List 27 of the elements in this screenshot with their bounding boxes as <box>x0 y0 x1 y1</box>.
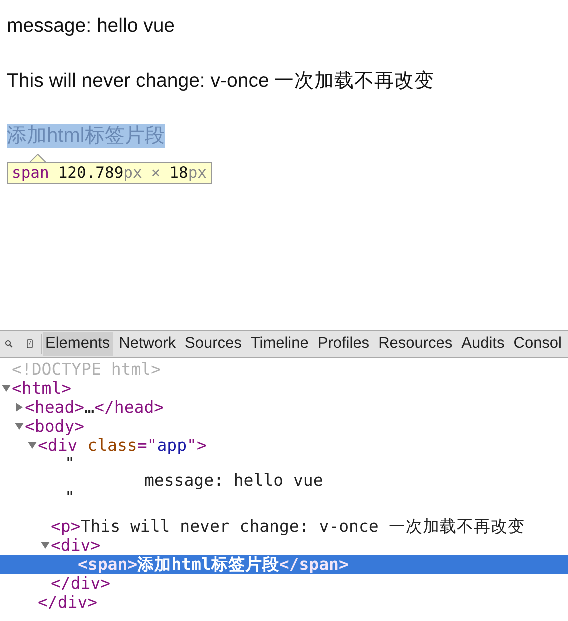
once-text: This will never change: v-once 一次加载不再改变 <box>7 69 436 93</box>
closing-tag: </div> <box>38 593 98 612</box>
closing-tag: </div> <box>51 574 111 593</box>
dom-node[interactable]: <body> <box>25 417 85 436</box>
dom-node[interactable]: <div> <box>51 536 101 555</box>
devtools-tab[interactable]: Audits <box>458 332 508 356</box>
dom-node[interactable]: <div class="app"> <box>38 436 207 455</box>
collapsed-triangle-icon[interactable] <box>14 403 24 412</box>
expanded-triangle-icon[interactable] <box>2 384 10 393</box>
devtools-tab[interactable]: Sources <box>182 332 245 356</box>
devtools-tab[interactable]: Profiles <box>314 332 373 356</box>
dom-node[interactable]: <p>This will never change: v-once 一次加载不再改变 <box>51 517 525 536</box>
devtools-tab[interactable]: Network <box>116 332 179 356</box>
expanded-triangle-icon[interactable] <box>28 441 36 450</box>
selected-row[interactable]: <span>添加html标签片段</span> <box>0 555 568 574</box>
dom-node[interactable]: <head>…</head> <box>25 398 164 417</box>
devtools-tab[interactable]: Timeline <box>248 332 312 356</box>
devtools-tab[interactable]: Consol <box>510 332 565 356</box>
devtools-tab[interactable]: Elements <box>42 332 114 356</box>
expanded-triangle-icon[interactable] <box>14 422 24 431</box>
dom-node[interactable]: <html> <box>12 379 72 398</box>
devtools-tab[interactable]: Resources <box>376 332 456 356</box>
whitespace-text: " message: hello vue " <box>64 455 324 506</box>
tooltip-pointer-icon <box>29 154 47 163</box>
inspected-span: 添加html标签片段 <box>7 124 165 148</box>
expanded-triangle-icon[interactable] <box>40 541 50 550</box>
message-text: message: hello vue <box>7 14 176 38</box>
